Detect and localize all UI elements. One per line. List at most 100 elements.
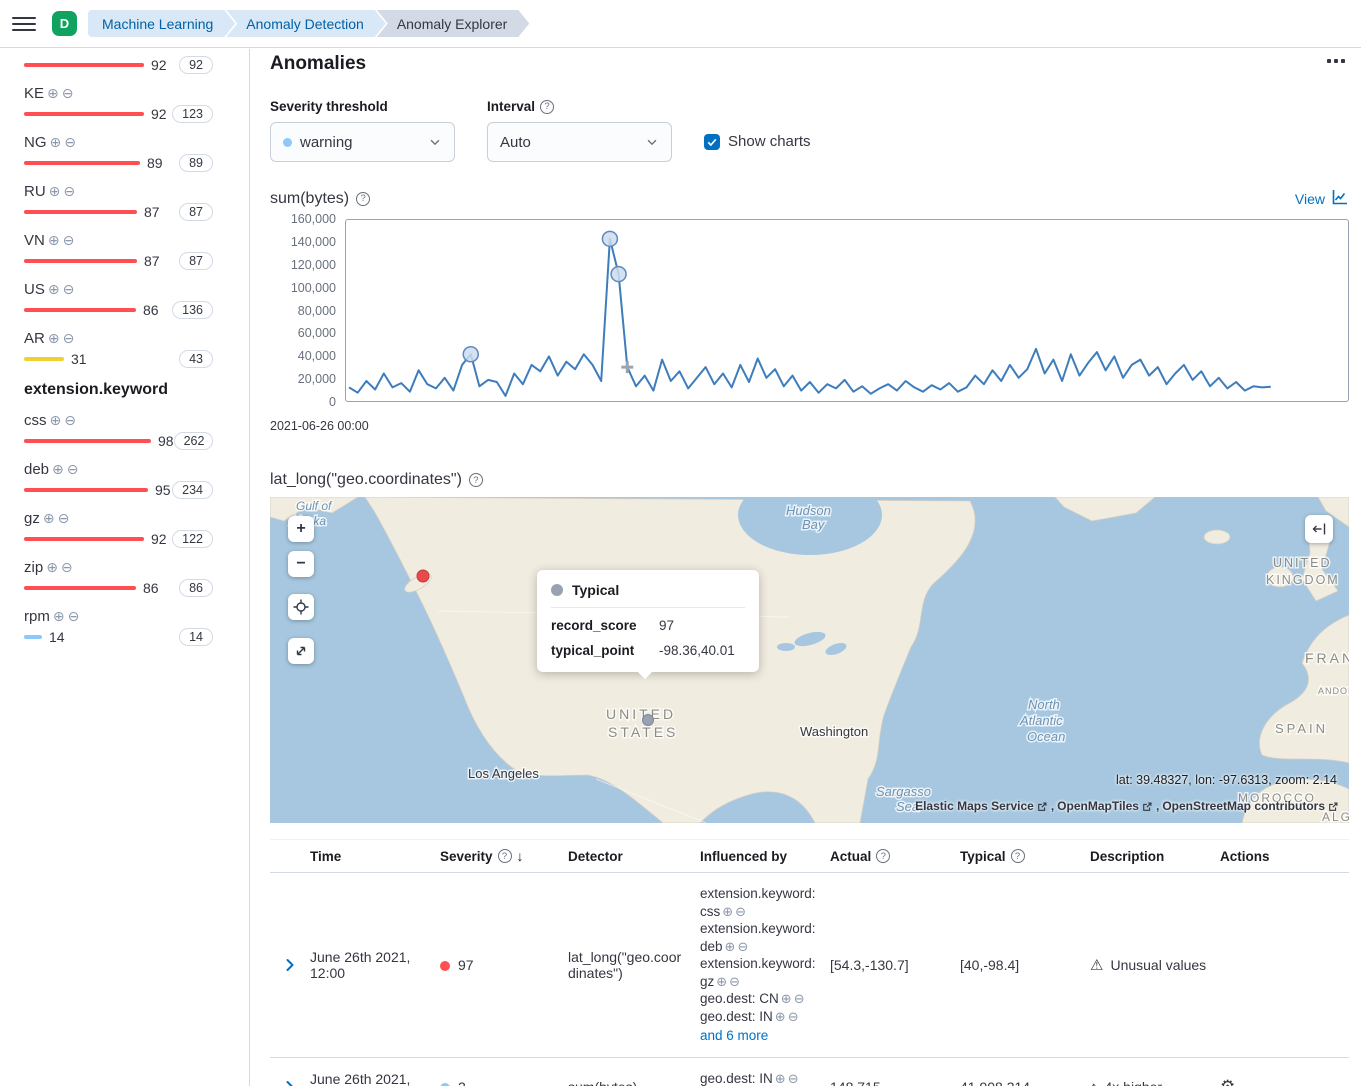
y-tick-label: 20,000 (270, 371, 336, 387)
column-header-severity[interactable]: Severity?↓ (440, 848, 568, 864)
attribution-link[interactable]: Elastic Maps Service, (915, 799, 1054, 813)
add-filter-icon[interactable]: ⊕ (48, 282, 60, 296)
influencer-total-badge: 136 (172, 301, 213, 319)
map-attribution: Elastic Maps Service,OpenMapTiles,OpenSt… (915, 799, 1339, 813)
severity-cell: 97 (440, 957, 568, 973)
info-icon: ? (540, 100, 554, 114)
anomaly-chart-canvas[interactable] (345, 219, 1349, 402)
remove-filter-icon[interactable]: ⊖ (788, 1071, 799, 1086)
influencer-total-badge: 87 (179, 252, 213, 270)
remove-filter-icon[interactable]: ⊖ (63, 282, 75, 296)
time-cell: June 26th 2021, 12:00 (310, 1071, 440, 1086)
remove-filter-icon[interactable]: ⊖ (63, 233, 75, 247)
add-filter-icon[interactable]: ⊕ (716, 974, 727, 989)
panel-options-icon[interactable] (1323, 53, 1349, 69)
chart-x-axis-label: 2021-06-26 00:00 (270, 419, 1349, 433)
info-icon: ? (876, 849, 890, 863)
remove-filter-icon[interactable]: ⊖ (67, 462, 79, 476)
remove-filter-icon[interactable]: ⊖ (62, 86, 74, 100)
add-filter-icon[interactable]: ⊕ (43, 511, 55, 525)
influencer-total-badge: 92 (179, 56, 213, 74)
influencer-item: gz⊕⊖92122 (24, 507, 213, 549)
influencer-item: KE⊕⊖92123 (24, 82, 213, 124)
remove-filter-icon[interactable]: ⊖ (788, 1009, 799, 1024)
show-more-influencers-link[interactable]: and 6 more (700, 1027, 818, 1045)
remove-filter-icon[interactable]: ⊖ (68, 609, 80, 623)
remove-filter-icon[interactable]: ⊖ (58, 511, 70, 525)
remove-filter-icon[interactable]: ⊖ (64, 135, 76, 149)
add-filter-icon[interactable]: ⊕ (53, 609, 65, 623)
influenced-by-cell: extension.keyword:css⊕⊖extension.keyword… (700, 885, 830, 1045)
remove-filter-icon[interactable]: ⊖ (794, 991, 805, 1006)
add-filter-icon[interactable]: ⊕ (725, 939, 736, 954)
remove-filter-icon[interactable]: ⊖ (737, 939, 748, 954)
show-charts-checkbox[interactable]: Show charts (704, 133, 811, 150)
add-filter-icon[interactable]: ⊕ (47, 86, 59, 100)
time-cell: June 26th 2021, 12:00 (310, 949, 440, 981)
severity-dot (283, 138, 292, 147)
svg-text:KINGDOM: KINGDOM (1266, 573, 1340, 587)
add-filter-icon[interactable]: ⊕ (50, 135, 62, 149)
influencer-label: NG (24, 134, 47, 151)
influencer-score-bar (24, 635, 42, 639)
influenced-by-entry: extension.keyword:deb⊕⊖ (700, 920, 818, 955)
influencer-label: rpm (24, 608, 50, 625)
menu-icon[interactable] (12, 12, 36, 36)
remove-filter-icon[interactable]: ⊖ (64, 413, 76, 427)
severity-threshold-value: warning (300, 134, 353, 151)
column-header-influenced-by: Influenced by (700, 849, 830, 864)
anomaly-line-chart (346, 220, 1348, 401)
severity-threshold-select[interactable]: warning (270, 122, 455, 162)
attribution-link[interactable]: OpenMapTiles, (1057, 799, 1159, 813)
add-filter-icon[interactable]: ⊕ (781, 991, 792, 1006)
interval-value: Auto (500, 134, 531, 151)
chevron-down-icon (428, 135, 442, 149)
anomaly-marker-icon[interactable] (611, 267, 626, 282)
breadcrumb-machine-learning[interactable]: Machine Learning (88, 10, 235, 37)
add-filter-icon[interactable]: ⊕ (50, 413, 62, 427)
expand-row-icon[interactable] (270, 1079, 310, 1086)
view-link[interactable]: View (1295, 188, 1349, 209)
add-filter-icon[interactable]: ⊕ (46, 560, 58, 574)
map-position-readout: lat: 39.48327, lon: -97.6313, zoom: 2.14 (1116, 773, 1337, 787)
info-icon: ? (469, 473, 483, 487)
anomaly-marker-icon[interactable] (463, 347, 478, 362)
interval-control: Interval ? Auto (487, 99, 672, 162)
space-avatar[interactable]: D (52, 11, 77, 36)
fit-to-data-icon[interactable] (288, 594, 314, 620)
add-filter-icon[interactable]: ⊕ (48, 233, 60, 247)
actual-point-marker[interactable] (417, 570, 429, 582)
influencer-label: RU (24, 183, 46, 200)
svg-text:Ocean: Ocean (1027, 729, 1065, 744)
map-label-los-angeles: Los Angeles (468, 766, 539, 781)
influenced-by-entry: geo.dest: CN⊕⊖ (700, 990, 818, 1008)
add-filter-icon[interactable]: ⊕ (775, 1071, 786, 1086)
add-filter-icon[interactable]: ⊕ (52, 462, 64, 476)
zoom-out-button[interactable]: − (288, 551, 314, 577)
add-filter-icon[interactable]: ⊕ (48, 331, 60, 345)
add-filter-icon[interactable]: ⊕ (722, 904, 733, 919)
anomaly-map[interactable]: Gulf of Alaska Hudson Bay UNITED STATES … (270, 497, 1349, 823)
map-tooltip: Typical record_score 97 typical_point -9… (537, 570, 759, 672)
layers-panel-toggle-icon[interactable] (1305, 515, 1333, 543)
table-row: June 26th 2021, 12:002sum(bytes)geo.dest… (270, 1058, 1349, 1086)
add-filter-icon[interactable]: ⊕ (775, 1009, 786, 1024)
expand-row-icon[interactable] (270, 957, 310, 973)
influencer-score-bar (24, 537, 144, 541)
remove-filter-icon[interactable]: ⊖ (63, 331, 75, 345)
remove-filter-icon[interactable]: ⊖ (735, 904, 746, 919)
influencer-total-badge: 14 (179, 628, 213, 646)
sort-desc-icon[interactable]: ↓ (517, 848, 524, 864)
remove-filter-icon[interactable]: ⊖ (63, 184, 75, 198)
anomaly-marker-icon[interactable] (602, 231, 617, 246)
remove-filter-icon[interactable]: ⊖ (61, 560, 73, 574)
add-filter-icon[interactable]: ⊕ (49, 184, 61, 198)
expand-map-icon[interactable] (288, 638, 314, 664)
interval-select[interactable]: Auto (487, 122, 672, 162)
attribution-link[interactable]: OpenStreetMap contributors (1162, 799, 1339, 813)
breadcrumb-anomaly-detection[interactable]: Anomaly Detection (226, 10, 386, 37)
typical-point-marker[interactable] (643, 715, 654, 726)
gear-icon[interactable]: ⚙ (1220, 1077, 1235, 1086)
remove-filter-icon[interactable]: ⊖ (729, 974, 740, 989)
zoom-in-button[interactable]: + (288, 516, 314, 542)
